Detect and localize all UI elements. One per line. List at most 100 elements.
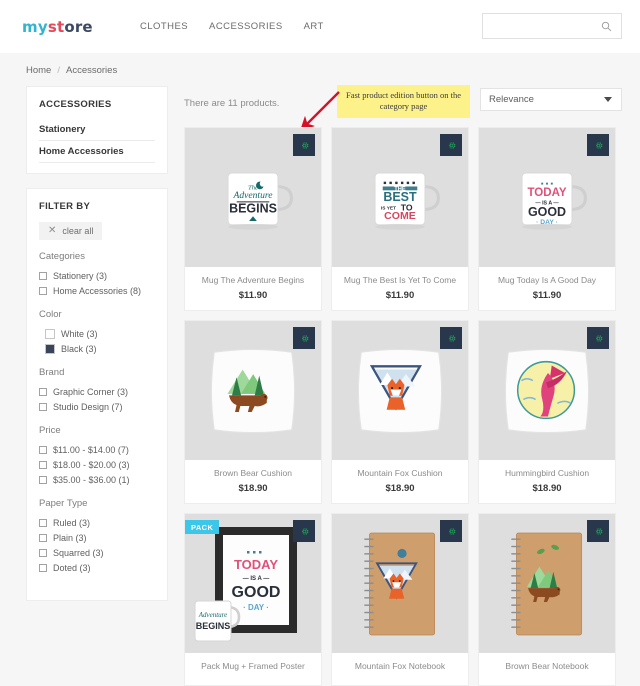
product-name: Mug Today Is A Good Day — [497, 275, 597, 285]
color-swatch[interactable] — [45, 343, 55, 354]
checkbox-icon[interactable] — [39, 563, 47, 572]
product-name: Brown Bear Cushion — [214, 468, 292, 478]
product-edit-button[interactable] — [587, 327, 609, 349]
facet-option[interactable]: Plain (3) — [39, 530, 155, 545]
product-thumbnail[interactable] — [479, 321, 615, 460]
product-thumbnail[interactable]: TODAY — IS A — GOOD · DAY · Adventure BE… — [185, 514, 321, 653]
breadcrumb-current: Accessories — [65, 65, 118, 76]
product-edit-button[interactable] — [293, 134, 315, 156]
gear-icon — [448, 527, 455, 535]
facet-categories: Categories Stationery (3) Home Accessories… — [39, 251, 155, 298]
facet-option-label: Graphic Corner (3) — [53, 386, 129, 397]
checkbox-icon[interactable] — [39, 286, 47, 295]
sidebar: ACCESSORIES Stationery Home Accessories … — [26, 86, 168, 686]
nav-item-accessories[interactable]: ACCESSORIES — [209, 21, 283, 32]
product-card[interactable]: Hummingbird Cushion $18.90 — [478, 320, 616, 504]
product-edit-button[interactable] — [293, 520, 315, 542]
product-card[interactable]: Brown Bear Notebook — [478, 513, 616, 686]
search-input[interactable] — [483, 14, 595, 38]
product-thumbnail[interactable] — [332, 514, 468, 653]
facet-option[interactable]: Doted (3) — [39, 560, 155, 575]
facet-option[interactable]: $18.00 - $20.00 (3) — [39, 457, 155, 472]
facet-price: Price $11.00 - $14.00 (7) $18.00 - $20.00 … — [39, 425, 155, 487]
facet-option[interactable]: Squarred (3) — [39, 545, 155, 560]
product-name: Pack Mug + Framed Poster — [201, 661, 305, 671]
product-edit-button[interactable] — [440, 134, 462, 156]
checkbox-icon[interactable] — [39, 548, 47, 557]
product-thumbnail[interactable] — [479, 514, 615, 653]
facet-option-label: Squarred (3) — [53, 547, 104, 558]
facet-brand: Brand Graphic Corner (3) Studio Design (7) — [39, 367, 155, 414]
product-card[interactable]: TODAY — IS A — GOOD · DAY · Adventure BE… — [184, 513, 322, 686]
product-price: $18.90 — [385, 483, 415, 494]
facet-option[interactable]: Graphic Corner (3) — [39, 384, 155, 399]
clear-all-button[interactable]: ✕ clear all — [39, 222, 103, 240]
checkbox-icon[interactable] — [39, 402, 47, 411]
facet-paper-type: Paper Type Ruled (3) Plain (3) Squarred (3)… — [39, 498, 155, 575]
svg-text:BEGINS: BEGINS — [229, 201, 277, 215]
product-card[interactable]: Mountain Fox Notebook — [331, 513, 469, 686]
checkbox-icon[interactable] — [39, 460, 47, 469]
checkbox-icon[interactable] — [39, 533, 47, 542]
facet-option[interactable]: Studio Design (7) — [39, 399, 155, 414]
facet-option-label: White (3) — [61, 328, 98, 339]
checkbox-icon[interactable] — [39, 445, 47, 454]
checkbox-icon[interactable] — [39, 271, 47, 280]
product-edit-button[interactable] — [293, 327, 315, 349]
facet-option[interactable]: Ruled (3) — [39, 515, 155, 530]
product-card[interactable]: THE BEST IS YET TO COME Mug The Best Is … — [331, 127, 469, 311]
product-thumbnail[interactable]: THE BEST IS YET TO COME — [332, 128, 468, 267]
checkbox-icon[interactable] — [39, 475, 47, 484]
product-thumbnail[interactable]: TODAY — IS A — GOOD · DAY · — [479, 128, 615, 267]
product-card[interactable]: The Adventure BEGINS Mug The Adventure B… — [184, 127, 322, 311]
product-price: $11.90 — [385, 290, 415, 301]
facet-option[interactable]: White (3) — [39, 326, 155, 341]
main-navigation: CLOTHES ACCESSORIES ART — [140, 21, 324, 32]
sort-dropdown[interactable]: Relevance — [480, 88, 622, 111]
product-card[interactable]: TODAY — IS A — GOOD · DAY · Mug Today Is… — [478, 127, 616, 311]
facet-option[interactable]: Home Accessories (8) — [39, 283, 155, 298]
breadcrumb-home[interactable]: Home — [26, 65, 51, 76]
category-link-home-accessories[interactable]: Home Accessories — [39, 141, 155, 163]
facet-option[interactable]: $35.00 - $36.00 (1) — [39, 472, 155, 487]
svg-text:BEGINS: BEGINS — [196, 621, 231, 631]
logo-part-2: st — [47, 17, 65, 36]
product-thumbnail[interactable] — [332, 321, 468, 460]
product-info: Mountain Fox Cushion $18.90 — [332, 460, 468, 503]
nav-item-clothes[interactable]: CLOTHES — [140, 21, 188, 32]
product-thumbnail[interactable] — [185, 321, 321, 460]
svg-text:· DAY ·: · DAY · — [243, 603, 269, 612]
product-card[interactable]: Mountain Fox Cushion $18.90 — [331, 320, 469, 504]
facet-option-label: Plain (3) — [53, 532, 87, 543]
product-info: Brown Bear Notebook — [479, 653, 615, 685]
product-edit-button[interactable] — [440, 327, 462, 349]
gear-icon — [448, 141, 455, 149]
category-block-title: ACCESSORIES — [39, 99, 112, 110]
facet-option[interactable]: $11.00 - $14.00 (7) — [39, 442, 155, 457]
facet-option[interactable]: Black (3) — [39, 341, 155, 356]
page-content: ACCESSORIES Stationery Home Accessories … — [0, 85, 640, 686]
search-box[interactable] — [482, 13, 622, 39]
product-thumbnail[interactable]: The Adventure BEGINS — [185, 128, 321, 267]
product-edit-button[interactable] — [587, 520, 609, 542]
svg-text:GOOD: GOOD — [528, 205, 566, 219]
product-name: Hummingbird Cushion — [504, 468, 590, 478]
product-name: Mug The Best Is Yet To Come — [343, 275, 457, 285]
svg-text:GOOD: GOOD — [232, 584, 281, 601]
facet-option-label: Home Accessories (8) — [53, 285, 142, 296]
product-edit-button[interactable] — [587, 134, 609, 156]
checkbox-icon[interactable] — [39, 518, 47, 527]
facet-option[interactable]: Stationery (3) — [39, 268, 155, 283]
search-icon[interactable] — [595, 21, 617, 32]
site-logo[interactable]: mystore — [22, 18, 100, 36]
category-block: ACCESSORIES Stationery Home Accessories — [26, 86, 168, 174]
product-name: Mountain Fox Notebook — [354, 661, 446, 671]
checkbox-icon[interactable] — [39, 387, 47, 396]
product-card[interactable]: Brown Bear Cushion $18.90 — [184, 320, 322, 504]
main-column: There are 11 products. Fast product edit… — [184, 85, 622, 686]
category-link-stationery[interactable]: Stationery — [39, 119, 155, 141]
nav-item-art[interactable]: ART — [304, 21, 324, 32]
product-edit-button[interactable] — [440, 520, 462, 542]
color-swatch[interactable] — [45, 328, 55, 339]
facet-option-label: Black (3) — [61, 343, 97, 354]
